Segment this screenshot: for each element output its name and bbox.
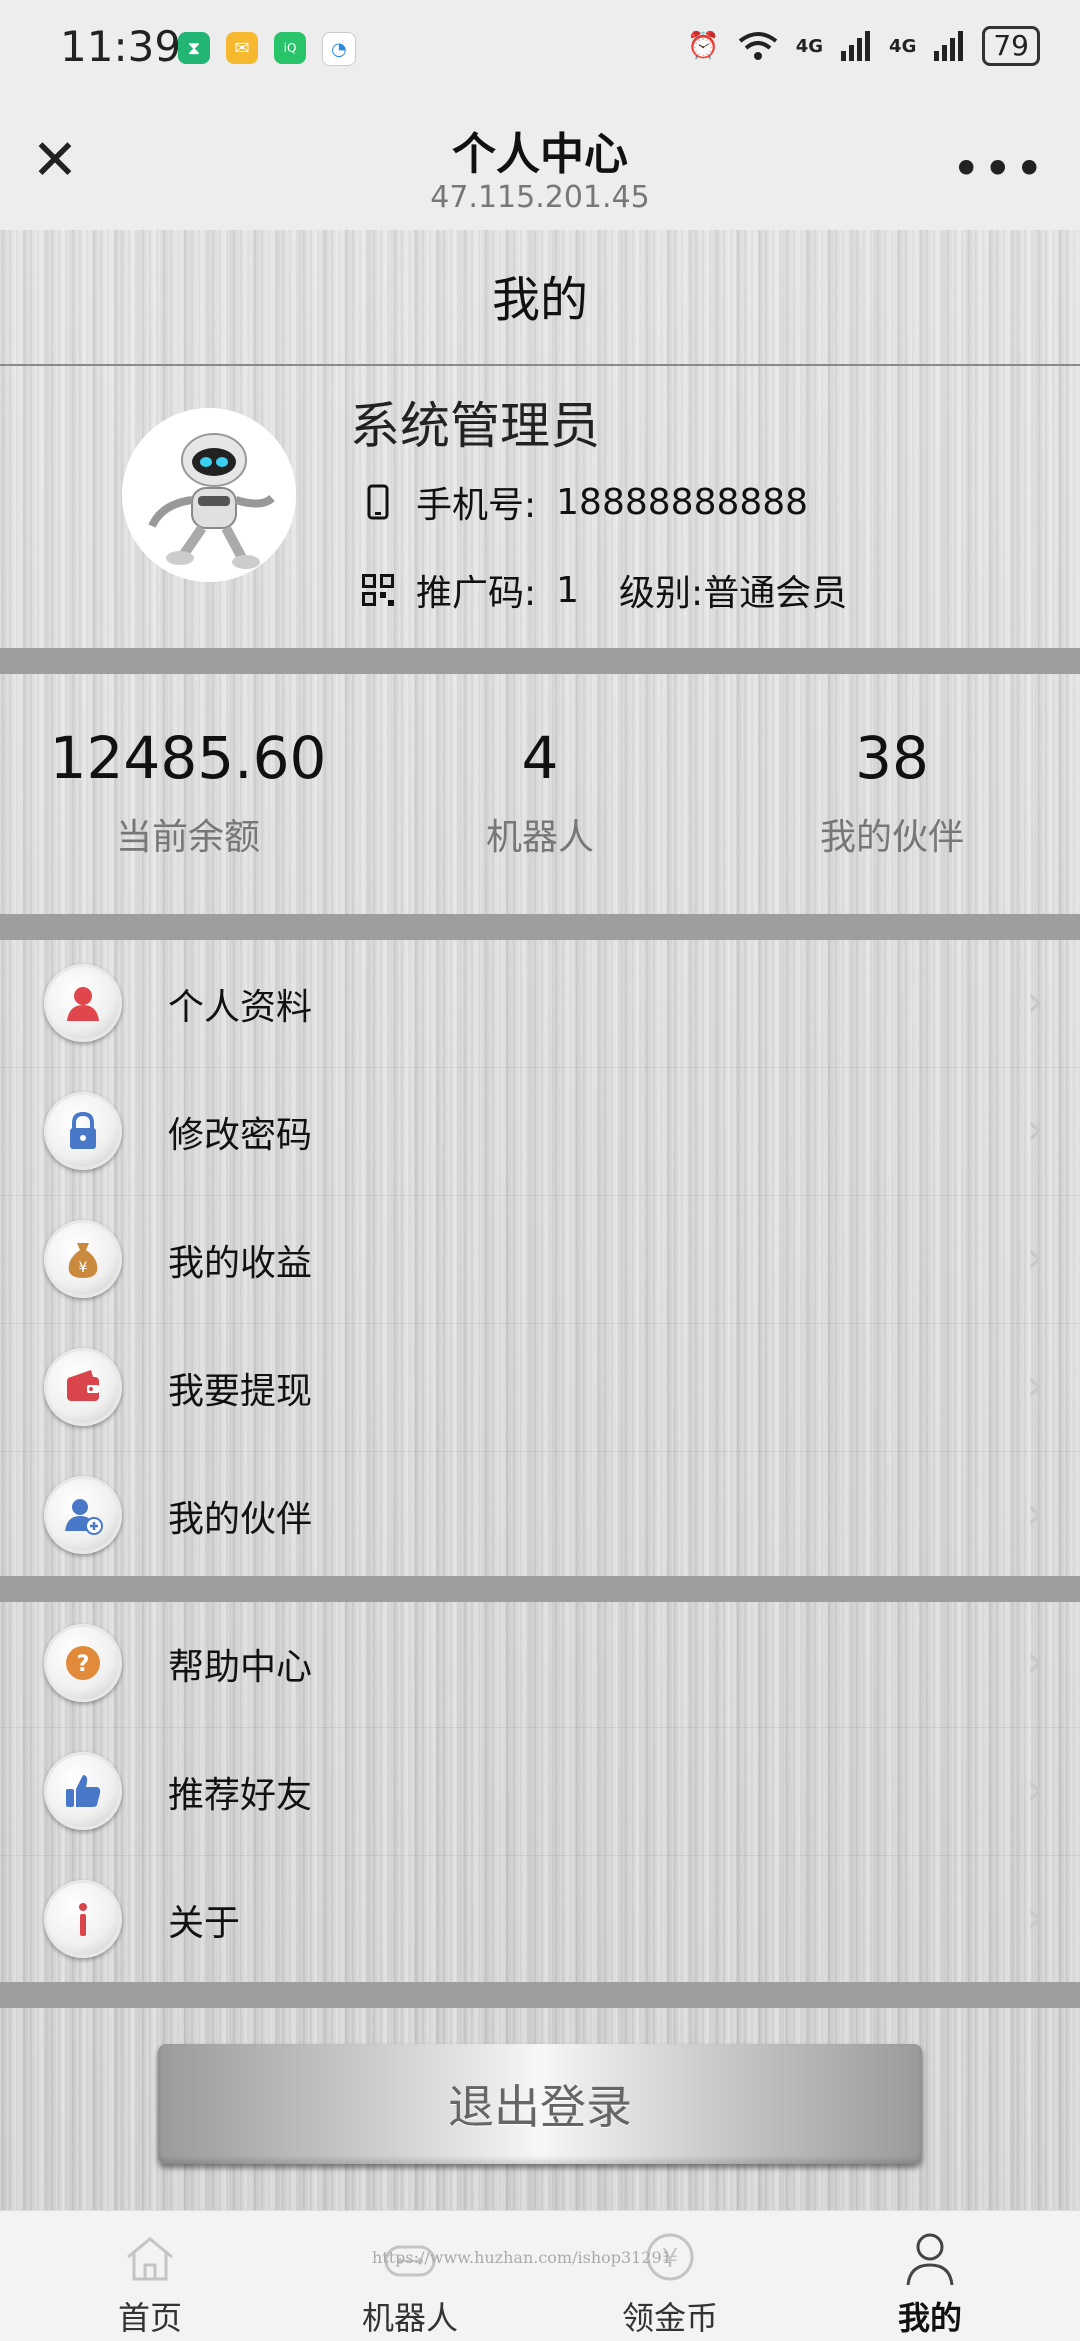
menu-item-label: 推荐好友 (168, 1775, 313, 1816)
profile-name: 系统管理员 (350, 397, 600, 455)
logout-button[interactable]: 退出登录 (158, 2044, 922, 2164)
signal-icon-2 (934, 31, 964, 61)
phone-row: 手机号: 18888888888 (360, 476, 808, 528)
menu-item-label: 我的收益 (168, 1243, 313, 1284)
chevron-right-icon: › (1026, 1104, 1044, 1155)
battery-indicator: 79 (982, 26, 1040, 66)
user-icon (44, 964, 122, 1042)
phone-number: 18888888888 (556, 481, 809, 523)
chevron-right-icon: › (1026, 1360, 1044, 1411)
status-bar: 11:39 ⧗ ✉ iQ ◔ ⏰ 4G 4G 79 (0, 0, 1080, 100)
robot-avatar-icon (122, 408, 296, 582)
lock-icon (44, 1092, 122, 1170)
chevron-right-icon: › (1026, 976, 1044, 1027)
tab-label: 首页 (117, 2299, 182, 2337)
iqiyi-app-icon: iQ (274, 32, 306, 64)
tab-bar: 首页 机器人 ¥ 领金币 我的 (0, 2210, 1080, 2341)
stat-robots[interactable]: 4 机器人 (360, 724, 720, 860)
menu-item-change-password[interactable]: 修改密码 › (0, 1068, 1080, 1196)
menu-item-label: 我要提现 (168, 1371, 313, 1412)
page-header: 我的 (0, 230, 1080, 366)
signal-icon-1 (841, 31, 871, 61)
menu-group-account: 个人资料 › 修改密码 › ¥ 我的收益 › 我要提现 › 我的伙伴 › (0, 940, 1080, 1579)
chevron-right-icon: › (1026, 1892, 1044, 1943)
money-bag-icon: ¥ (44, 1220, 122, 1298)
tab-label: 领金币 (621, 2299, 718, 2337)
mail-app-icon: ✉ (226, 32, 258, 64)
signal-4g-1: 4G (795, 35, 824, 57)
menu-item-recommend[interactable]: 推荐好友 › (0, 1728, 1080, 1856)
profile-card: 系统管理员 手机号: 18888888888 推广码: 1 级别: 普通会员 (0, 366, 1080, 648)
alarm-icon: ⏰ (687, 31, 720, 61)
stat-label: 我的伙伴 (819, 817, 964, 858)
tab-home[interactable]: 首页 (20, 2211, 280, 2341)
stat-value: 4 (521, 724, 559, 792)
qr-code-icon (362, 574, 394, 606)
help-icon: ? (44, 1624, 122, 1702)
menu-item-partners[interactable]: 我的伙伴 › (0, 1452, 1080, 1579)
section-divider (0, 648, 1080, 674)
section-divider (0, 914, 1080, 940)
level-value: 普通会员 (703, 573, 848, 614)
stat-value: 12485.60 (49, 724, 327, 792)
level-label: 级别: (619, 573, 704, 614)
chevron-right-icon: › (1026, 1764, 1044, 1815)
tab-label: 我的 (897, 2299, 962, 2337)
person-icon (906, 2233, 954, 2286)
stat-balance[interactable]: 12485.60 当前余额 (8, 724, 368, 860)
menu-item-label: 关于 (168, 1903, 241, 1944)
chevron-right-icon: › (1026, 1636, 1044, 1687)
hourglass-app-icon: ⧗ (178, 32, 210, 64)
more-options-icon[interactable]: ••• (952, 140, 1046, 198)
menu-item-label: 我的伙伴 (168, 1499, 313, 1540)
menu-item-about[interactable]: 关于 › (0, 1856, 1080, 1983)
home-icon (127, 2237, 173, 2281)
stat-value: 38 (855, 724, 929, 792)
status-time: 11:39 (60, 22, 182, 71)
status-app-icons: ⧗ ✉ iQ ◔ (178, 32, 356, 66)
promo-label: 推广码: (416, 573, 537, 614)
nav-bar: ✕ 个人中心 47.115.201.45 ••• (0, 100, 1080, 230)
svg-text:?: ? (77, 1652, 90, 1677)
menu-item-label: 个人资料 (168, 987, 313, 1028)
menu-group-support: ? 帮助中心 › 推荐好友 › 关于 › (0, 1600, 1080, 1983)
stat-label: 当前余额 (115, 817, 260, 858)
add-user-icon (44, 1476, 122, 1554)
page-title: 我的 (491, 272, 588, 328)
signal-4g-2: 4G (889, 35, 917, 57)
stats-row: 12485.60 当前余额 4 机器人 38 我的伙伴 (0, 674, 1080, 914)
menu-item-earnings[interactable]: ¥ 我的收益 › (0, 1196, 1080, 1324)
chevron-right-icon: › (1026, 1488, 1044, 1539)
tab-mine[interactable]: 我的 (800, 2211, 1060, 2341)
stat-label: 机器人 (485, 817, 594, 858)
phone-icon (367, 484, 389, 520)
avatar[interactable] (122, 408, 296, 582)
status-indicators: ⏰ 4G 4G 79 (687, 26, 1040, 66)
section-divider (0, 1576, 1080, 1602)
promo-code: 1 (556, 569, 580, 611)
promo-row: 推广码: 1 级别: 普通会员 (360, 564, 847, 616)
menu-item-profile[interactable]: 个人资料 › (0, 940, 1080, 1068)
info-icon (44, 1880, 122, 1958)
nav-subtitle: 47.115.201.45 (430, 180, 650, 215)
phone-label: 手机号: (416, 485, 537, 526)
browser-app-icon: ◔ (322, 32, 356, 66)
menu-item-help[interactable]: ? 帮助中心 › (0, 1600, 1080, 1728)
menu-item-withdraw[interactable]: 我要提现 › (0, 1324, 1080, 1452)
svg-text:¥: ¥ (79, 1260, 88, 1276)
menu-item-label: 帮助中心 (168, 1647, 313, 1688)
tab-robot[interactable]: 机器人 (280, 2211, 540, 2341)
watermark-text: https://www.huzhan.com/ishop31291 (372, 2248, 672, 2267)
tab-coins[interactable]: ¥ 领金币 (540, 2211, 800, 2341)
nav-title: 个人中心 (452, 129, 628, 180)
chevron-right-icon: › (1026, 1232, 1044, 1283)
wallet-icon (44, 1348, 122, 1426)
logout-section: 退出登录 (0, 2004, 1080, 2210)
stat-partners[interactable]: 38 我的伙伴 (712, 724, 1072, 860)
menu-item-label: 修改密码 (168, 1115, 313, 1156)
thumbs-up-icon (44, 1752, 122, 1830)
tab-label: 机器人 (361, 2299, 458, 2337)
wifi-icon (738, 32, 777, 60)
